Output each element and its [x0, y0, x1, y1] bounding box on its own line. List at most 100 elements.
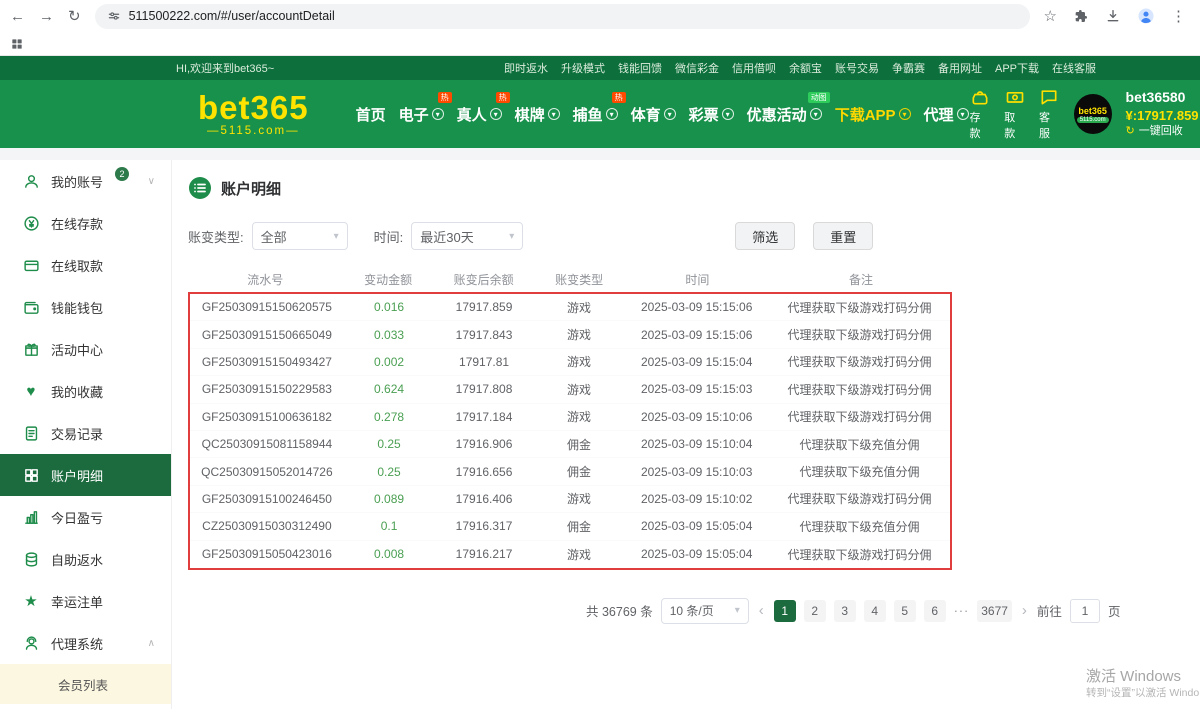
- sidebar-item-today-pnl[interactable]: 今日盈亏: [0, 496, 171, 538]
- nav-item-chess[interactable]: 棋牌 ▾: [514, 101, 561, 128]
- heart-icon: ♥: [22, 382, 40, 400]
- page-button-1[interactable]: 1: [774, 600, 796, 622]
- cell-balance: 17916.317: [434, 519, 534, 533]
- sidebar-item-member-list[interactable]: 会员列表: [0, 664, 171, 704]
- topbar-links: 即时返水 升级模式 钱能回馈 微信彩金 信用借呗 余额宝 账号交易 争霸赛 备用…: [504, 60, 1096, 76]
- topbar-link-wallet-reward[interactable]: 钱能回馈: [618, 60, 662, 76]
- cell-flow-no: GF25030915100636182: [190, 410, 344, 424]
- cell-time: 2025-03-09 15:15:04: [624, 355, 769, 369]
- sidebar-item-activity-center[interactable]: 活动中心: [0, 328, 171, 370]
- topbar-link-backup-url[interactable]: 备用网址: [938, 60, 982, 76]
- nav-item-sports[interactable]: 体育 ▾: [630, 101, 677, 128]
- topbar-link-tournament[interactable]: 争霸赛: [892, 60, 925, 76]
- page-body: 我的账号 2 ∨ 在线存款 在线取款 钱能钱包 活动中心: [0, 160, 1200, 709]
- table-row: GF25030915050423016 0.008 17916.217 游戏 2…: [190, 541, 950, 568]
- page-button-5[interactable]: 5: [894, 600, 916, 622]
- nav-item-fishing[interactable]: 热 捕鱼 ▾: [572, 101, 619, 128]
- topbar-link-credit[interactable]: 信用借呗: [732, 60, 776, 76]
- bookmark-star-icon[interactable]: ☆: [1044, 9, 1057, 24]
- topbar-link-app-download[interactable]: APP下载: [995, 60, 1039, 76]
- address-bar[interactable]: 511500222.com/#/user/accountDetail: [95, 4, 1030, 29]
- cell-remark: 代理获取下级游戏打码分佣: [769, 490, 950, 507]
- nav-item-lottery[interactable]: 彩票 ▾: [688, 101, 735, 128]
- customer-service-button[interactable]: 客服: [1039, 87, 1060, 141]
- nav-item-promotions[interactable]: 动图 优惠活动 ▾: [746, 101, 823, 128]
- pages-ellipsis: ···: [954, 604, 970, 618]
- topbar-link-bonus[interactable]: 微信彩金: [675, 60, 719, 76]
- sidebar-item-transaction-records[interactable]: 交易记录: [0, 412, 171, 454]
- page-button-last[interactable]: 3677: [977, 600, 1012, 622]
- cell-type: 游戏: [534, 381, 624, 398]
- sidebar-item-my-account[interactable]: 我的账号 2 ∨: [0, 160, 171, 202]
- table-row: GF25030915150665049 0.033 17917.843 游戏 2…: [190, 321, 950, 348]
- nav-label: 真人: [457, 104, 487, 125]
- chevron-down-icon: ▾: [606, 108, 618, 120]
- cell-flow-no: GF25030915150493427: [190, 355, 344, 369]
- customer-service-label: 客服: [1039, 109, 1060, 141]
- time-filter-select[interactable]: 最近30天 ▾: [411, 222, 523, 250]
- goto-label: 前往: [1037, 601, 1062, 620]
- filter-button[interactable]: 筛选: [735, 222, 795, 250]
- cell-remark: 代理获取下级游戏打码分佣: [769, 408, 950, 425]
- cell-remark: 代理获取下级充值分佣: [769, 463, 950, 480]
- topbar-link-upgrade[interactable]: 升级模式: [561, 60, 605, 76]
- menu-kebab-icon[interactable]: ⋮: [1171, 9, 1186, 24]
- sidebar-item-online-deposit[interactable]: 在线存款: [0, 202, 171, 244]
- refresh-icon[interactable]: ↻: [68, 9, 81, 24]
- sidebar-item-lucky-bets[interactable]: ★ 幸运注单: [0, 580, 171, 622]
- topbar-link-yuebao[interactable]: 余额宝: [789, 60, 822, 76]
- bet365-badge[interactable]: bet365 5115.com: [1074, 94, 1112, 134]
- cell-time: 2025-03-09 15:10:03: [624, 465, 769, 479]
- forward-icon[interactable]: →: [39, 9, 54, 24]
- topbar-link-account-trade[interactable]: 账号交易: [835, 60, 879, 76]
- cell-remark: 代理获取下级游戏打码分佣: [769, 353, 950, 370]
- welcome-text: HI,欢迎来到bet365~: [176, 60, 274, 76]
- table-row: GF25030915100246450 0.089 17916.406 游戏 2…: [190, 486, 950, 513]
- cell-type: 佣金: [534, 436, 624, 453]
- extensions-icon[interactable]: [1073, 8, 1089, 24]
- time-filter-value: 最近30天: [420, 227, 473, 246]
- sidebar-item-online-withdraw[interactable]: 在线取款: [0, 244, 171, 286]
- site-logo[interactable]: bet365 —5115.com—: [198, 91, 309, 138]
- sidebar-item-account-detail[interactable]: 账户明细: [0, 454, 171, 496]
- deposit-button[interactable]: 存款: [970, 87, 991, 141]
- avatar[interactable]: [1137, 7, 1155, 25]
- column-header-time: 时间: [625, 271, 771, 288]
- sidebar-item-favorites[interactable]: ♥ 我的收藏: [0, 370, 171, 412]
- deposit-label: 存款: [970, 109, 991, 141]
- sidebar-label: 今日盈亏: [51, 508, 103, 527]
- sidebar-item-self-rebate[interactable]: 自助返水: [0, 538, 171, 580]
- next-page-icon[interactable]: ›: [1020, 602, 1029, 619]
- cell-type: 游戏: [534, 299, 624, 316]
- cell-time: 2025-03-09 15:15:06: [624, 328, 769, 342]
- prev-page-icon[interactable]: ‹: [757, 602, 766, 619]
- page-button-4[interactable]: 4: [864, 600, 886, 622]
- back-icon[interactable]: ←: [10, 9, 25, 24]
- sidebar-label: 代理系统: [51, 634, 103, 653]
- nav-item-live[interactable]: 热 真人 ▾: [456, 101, 503, 128]
- goto-page-input[interactable]: [1070, 599, 1100, 623]
- page-button-6[interactable]: 6: [924, 600, 946, 622]
- page-button-3[interactable]: 3: [834, 600, 856, 622]
- topbar-link-livechat[interactable]: 在线客服: [1052, 60, 1096, 76]
- sidebar-item-wallet[interactable]: 钱能钱包: [0, 286, 171, 328]
- nav-item-agent[interactable]: 代理 ▾: [923, 101, 970, 128]
- page-size-select[interactable]: 10 条/页 ▾: [661, 598, 749, 624]
- sidebar-label: 活动中心: [51, 340, 103, 359]
- nav-item-home[interactable]: 首页: [355, 101, 387, 128]
- one-click-recover-button[interactable]: ↻ 一键回收: [1126, 125, 1199, 139]
- download-icon[interactable]: [1105, 8, 1121, 24]
- page-button-2[interactable]: 2: [804, 600, 826, 622]
- topbar-link-rebate[interactable]: 即时返水: [504, 60, 548, 76]
- reset-button[interactable]: 重置: [813, 222, 873, 250]
- customer-service-icon: [1039, 87, 1059, 107]
- sidebar-item-agent-system[interactable]: 代理系统 ∧: [0, 622, 171, 664]
- bank-card-icon: [22, 256, 40, 274]
- apps-grid-icon[interactable]: [10, 37, 24, 51]
- nav-item-slots[interactable]: 热 电子 ▾: [398, 101, 445, 128]
- type-filter-select[interactable]: 全部 ▾: [252, 222, 348, 250]
- site-info-icon[interactable]: [107, 9, 121, 23]
- withdraw-button[interactable]: 取款: [1004, 87, 1025, 141]
- cell-remark: 代理获取下级游戏打码分佣: [769, 299, 950, 316]
- nav-item-download-app[interactable]: 下载APP ▾: [834, 101, 912, 128]
